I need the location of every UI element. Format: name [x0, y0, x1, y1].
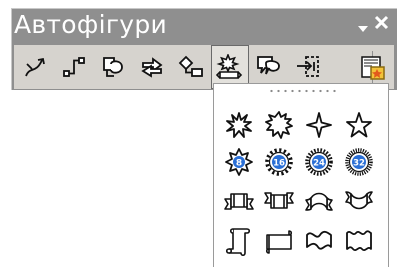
autoshapes-toolbar: Автофігури: [11, 8, 397, 90]
badge-16: 16: [273, 159, 285, 169]
32-point-star-icon[interactable]: 32: [342, 145, 376, 179]
block-arrows-icon: [141, 57, 163, 78]
toolbar-title-bar[interactable]: Автофігури: [12, 9, 397, 43]
badge-24: 24: [313, 159, 325, 169]
flowchart-icon: [178, 55, 203, 77]
palette-drag-handle[interactable]: [268, 89, 338, 93]
horizontal-scroll-icon[interactable]: [262, 224, 296, 258]
basic-shapes-icon: [103, 57, 123, 77]
up-ribbon-icon[interactable]: [222, 184, 256, 218]
stars-and-banners-palette: 8 16 24 32: [213, 83, 389, 267]
double-wave-icon[interactable]: [342, 224, 376, 258]
curved-down-ribbon-icon[interactable]: [342, 184, 376, 218]
lines-button[interactable]: [16, 45, 54, 89]
callouts-icon: [257, 56, 280, 75]
action-buttons-icon: [297, 56, 319, 77]
vertical-scroll-icon[interactable]: [222, 224, 256, 258]
8-point-star-icon[interactable]: 8: [222, 145, 256, 179]
curved-up-ribbon-icon[interactable]: [302, 184, 336, 218]
down-ribbon-icon[interactable]: [262, 184, 296, 218]
clip-art-folder-icon: [361, 56, 385, 80]
explosion-2-icon[interactable]: [262, 108, 296, 142]
badge-32: 32: [353, 159, 365, 169]
lines-icon: [25, 57, 45, 77]
dropdown-triangle-icon[interactable]: [358, 18, 368, 37]
badge-8: 8: [236, 159, 242, 169]
5-point-star-icon[interactable]: [342, 108, 376, 142]
stars-banners-icon: [216, 54, 243, 79]
connectors-icon: [63, 57, 85, 77]
close-icon[interactable]: [374, 15, 389, 34]
flowchart-button[interactable]: [172, 45, 210, 89]
toolbar-title: Автофігури: [14, 10, 168, 39]
connectors-button[interactable]: [55, 45, 93, 89]
16-point-star-icon[interactable]: 16: [262, 145, 296, 179]
basic-shapes-button[interactable]: [94, 45, 132, 89]
4-point-star-icon[interactable]: [302, 108, 336, 142]
wave-icon[interactable]: [302, 224, 336, 258]
block-arrows-button[interactable]: [133, 45, 171, 89]
24-point-star-icon[interactable]: 24: [302, 145, 336, 179]
explosion-1-icon[interactable]: [222, 108, 256, 142]
